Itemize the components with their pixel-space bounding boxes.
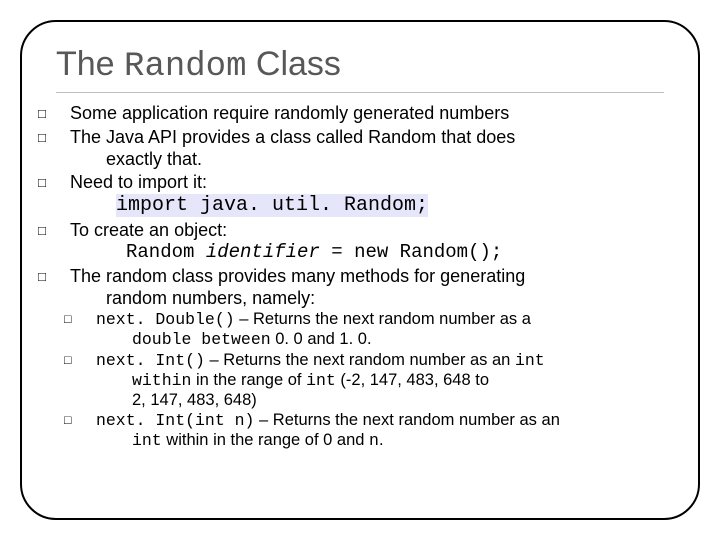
desc-line3: 2, 147, 483, 648) xyxy=(100,391,664,411)
bullet-icon: □ xyxy=(56,269,70,285)
bullet-icon: □ xyxy=(82,312,96,327)
title-post: Class xyxy=(246,45,340,83)
desc-line2: within in the range of int (-2, 147, 483… xyxy=(100,371,664,391)
bullet-icon: □ xyxy=(56,175,70,191)
sub-bullet-nextint-n: □next. Int(int n) – Returns the next ran… xyxy=(82,411,664,451)
code-part: Random xyxy=(126,241,206,263)
slide-title: The Random Class xyxy=(56,46,664,93)
desc-line2: double between 0. 0 and 1. 0. xyxy=(100,330,664,350)
range: 0. 0 and 1. 0. xyxy=(271,330,372,348)
kw-int: int xyxy=(515,351,545,370)
range: (-2, 147, 483, 648 to xyxy=(336,371,489,389)
method-code: next. Int() xyxy=(96,351,205,370)
code-import: import java. util. Random; xyxy=(116,194,664,218)
dash: – xyxy=(254,411,272,429)
kw-int: int xyxy=(132,431,162,450)
title-pre: The xyxy=(56,45,124,83)
code-part: = new Random(); xyxy=(320,241,502,263)
bullet-icon: □ xyxy=(56,223,70,239)
bullet-icon: □ xyxy=(56,106,70,122)
bullet-text: Need to import it: xyxy=(70,172,207,192)
kw-int: int xyxy=(306,371,336,390)
code-identifier: identifier xyxy=(206,241,320,263)
dash: – xyxy=(235,310,253,328)
txt: in the range of xyxy=(191,371,306,389)
bullet-applications: □Some application require randomly gener… xyxy=(56,103,664,125)
method-code: next. Double() xyxy=(96,310,235,329)
bullet-methods: □The random class provides many methods … xyxy=(56,266,664,309)
bullet-text: The Java API provides a class called Ran… xyxy=(70,127,515,147)
slide-body: □Some application require randomly gener… xyxy=(56,103,664,451)
period: . xyxy=(379,431,384,449)
bullet-text-cont: exactly that. xyxy=(74,149,664,171)
kw-n: n xyxy=(369,431,379,450)
bullet-icon: □ xyxy=(82,353,96,368)
bullet-icon: □ xyxy=(56,130,70,146)
bullet-need-import: □Need to import it: xyxy=(56,172,664,194)
code-new-random: Random identifier = new Random(); xyxy=(126,241,664,264)
slide-frame: The Random Class □Some application requi… xyxy=(20,20,700,520)
bullet-create-object: □To create an object: xyxy=(56,220,664,242)
desc: Returns the next random number as an xyxy=(223,351,515,369)
desc: Returns the next random number as an xyxy=(273,411,560,429)
bullet-java-api: □The Java API provides a class called Ra… xyxy=(56,127,664,170)
bullet-text: The random class provides many methods f… xyxy=(70,266,525,286)
bullet-text: To create an object: xyxy=(70,220,227,240)
dash: – xyxy=(205,351,223,369)
bullet-text-cont: random numbers, namely: xyxy=(74,288,664,310)
title-mono: Random xyxy=(124,48,246,86)
kw-double: double between xyxy=(132,330,271,349)
bullet-text: Some application require randomly genera… xyxy=(70,103,509,123)
sub-bullet-nextint: □next. Int() – Returns the next random n… xyxy=(82,351,664,410)
txt: within in the range of 0 and xyxy=(162,431,369,449)
kw-within: within xyxy=(132,371,191,390)
desc: Returns the next random number as a xyxy=(253,310,531,328)
code-import-text: import java. util. Random; xyxy=(116,194,428,217)
bullet-icon: □ xyxy=(82,413,96,428)
method-code: next. Int(int n) xyxy=(96,411,254,430)
sub-bullet-nextdouble: □next. Double() – Returns the next rando… xyxy=(82,310,664,350)
desc-line2: int within in the range of 0 and n. xyxy=(100,431,664,451)
